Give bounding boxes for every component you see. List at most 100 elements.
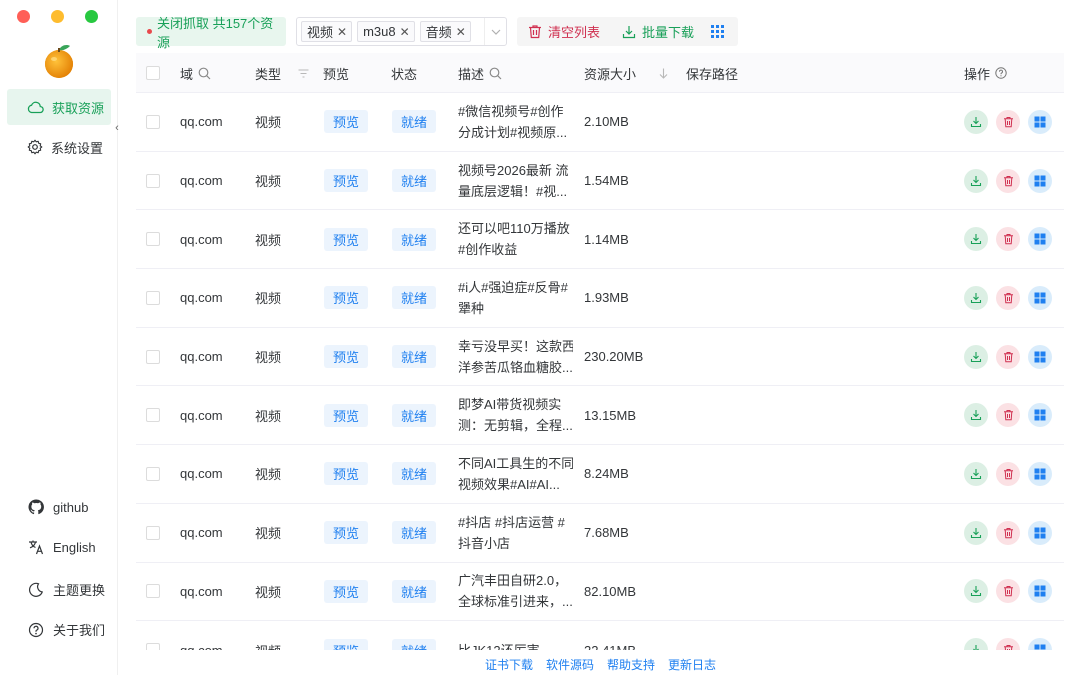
delete-button[interactable] [996, 579, 1020, 604]
open-folder-button[interactable] [1028, 579, 1052, 604]
row-checkbox[interactable] [146, 210, 160, 268]
row-domain: qq.com [180, 583, 223, 599]
search-icon[interactable] [489, 67, 502, 80]
batch-download-button[interactable]: 批量下载 [611, 17, 705, 46]
table-row[interactable]: qq.com 视频 预览 就绪 #微信视频号#创作 分成计划#视频原... 2.… [136, 93, 1064, 152]
delete-button[interactable] [996, 168, 1020, 193]
close-icon[interactable]: ✕ [337, 25, 347, 39]
nav-get-resources[interactable]: 获取资源 [7, 89, 111, 125]
download-button[interactable] [964, 109, 988, 134]
row-checkbox[interactable] [146, 93, 160, 151]
preview-button[interactable]: 预览 [324, 521, 369, 545]
delete-button[interactable] [996, 403, 1020, 428]
download-button[interactable] [964, 579, 988, 604]
sidebar-collapse-toggle[interactable]: ‹ [112, 120, 122, 136]
row-checkbox[interactable] [146, 445, 160, 503]
footer-link-source[interactable]: 软件源码 [546, 656, 594, 673]
row-type: 视频 [255, 174, 282, 190]
preview-button[interactable]: 预览 [324, 462, 369, 486]
preview-button[interactable]: 预览 [324, 345, 369, 369]
preview-button[interactable]: 预览 [324, 110, 369, 134]
row-checkbox[interactable] [146, 152, 160, 210]
close-window-button[interactable] [17, 10, 30, 23]
open-folder-button[interactable] [1028, 403, 1052, 428]
open-folder-button[interactable] [1028, 461, 1052, 486]
table-row[interactable]: qq.com 视频 预览 就绪 幸亏没早买！这款西 洋参苦瓜铬血糖胶... 23… [136, 327, 1064, 387]
github-label: github [53, 499, 89, 515]
status-badge: 就绪 [392, 169, 437, 193]
type-filter-select[interactable]: 视频 ✕ m3u8 ✕ 音频 ✕ [296, 17, 507, 46]
row-checkbox[interactable] [146, 386, 160, 444]
row-checkbox[interactable] [146, 328, 160, 386]
footer-link-changelog[interactable]: 更新日志 [668, 656, 716, 673]
open-folder-button[interactable] [1028, 344, 1052, 369]
row-checkbox[interactable] [146, 269, 160, 327]
delete-button[interactable] [996, 638, 1020, 650]
delete-button[interactable] [996, 285, 1020, 310]
row-checkbox[interactable] [146, 621, 160, 650]
select-all-checkbox[interactable] [146, 53, 160, 93]
preview-button[interactable]: 预览 [324, 579, 369, 603]
table-row[interactable]: qq.com 视频 预览 就绪 即梦AI带货视频实 测：无剪辑，全程... 13… [136, 386, 1064, 446]
close-icon[interactable]: ✕ [456, 25, 466, 39]
download-button[interactable] [964, 168, 988, 193]
download-button[interactable] [964, 638, 988, 650]
footer-link-help[interactable]: 帮助支持 [607, 656, 655, 673]
status-badge: 就绪 [392, 403, 437, 427]
table-row[interactable]: qq.com 视频 预览 就绪 还可以吧110万播放 #创作收益 1.14MB [136, 210, 1064, 270]
table-row[interactable]: qq.com 视频 预览 就绪 #抖店 #抖店运营 # 抖音小店 7.68MB [136, 503, 1064, 563]
table-row[interactable]: qq.com 视频 预览 就绪 视频号2026最新 流 量底层逻辑！#视... … [136, 151, 1064, 211]
download-button[interactable] [964, 520, 988, 545]
language-switch[interactable]: English [28, 539, 96, 555]
table-row[interactable]: qq.com 视频 预览 就绪 #i人#强迫症#反骨# 犟种 1.93MB [136, 269, 1064, 328]
delete-button[interactable] [996, 344, 1020, 369]
open-folder-button[interactable] [1028, 520, 1052, 545]
download-button[interactable] [964, 285, 988, 310]
open-folder-button[interactable] [1028, 168, 1052, 193]
open-folder-button[interactable] [1028, 638, 1052, 650]
sort-arrow-icon[interactable] [659, 68, 668, 79]
clear-list-button[interactable]: 清空列表 [517, 17, 611, 46]
delete-button[interactable] [996, 520, 1020, 545]
open-folder-button[interactable] [1028, 227, 1052, 252]
download-button[interactable] [964, 344, 988, 369]
open-folder-button[interactable] [1028, 109, 1052, 134]
help-circle-icon[interactable] [995, 67, 1007, 79]
theme-switch[interactable]: 主题更换 [28, 580, 105, 599]
chevron-down-icon[interactable] [484, 18, 506, 45]
download-button[interactable] [964, 461, 988, 486]
toggle-capture-button[interactable]: 关闭抓取 共157个资源 [136, 16, 286, 50]
preview-button[interactable]: 预览 [324, 403, 369, 427]
preview-button[interactable]: 预览 [324, 169, 369, 193]
table-row[interactable]: qq.com 视频 预览 就绪 不同AI工具生的不同 视频效果#AI#AI...… [136, 445, 1064, 504]
about-link[interactable]: 关于我们 [28, 620, 105, 639]
row-checkbox[interactable] [146, 504, 160, 562]
preview-button[interactable]: 预览 [324, 286, 369, 310]
table-row[interactable]: qq.com 视频 预览 就绪 广汽丰田自研2.0， 全球标准引进来，... 8… [136, 562, 1064, 622]
download-button[interactable] [964, 227, 988, 252]
delete-button[interactable] [996, 227, 1020, 252]
more-options-button[interactable] [705, 17, 736, 46]
table-row[interactable]: qq.com 视频 预览 就绪 比JK12还厉害 22.41MB [136, 621, 1064, 650]
delete-button[interactable] [996, 109, 1020, 134]
header-domain: 域 [180, 53, 211, 93]
minimize-window-button[interactable] [51, 10, 64, 23]
row-description: #微信视频号#创作 分成计划#视频原... [458, 101, 573, 143]
github-link[interactable]: github [28, 499, 88, 515]
close-icon[interactable]: ✕ [400, 25, 410, 39]
row-checkbox[interactable] [146, 563, 160, 621]
table-body: qq.com 视频 预览 就绪 #微信视频号#创作 分成计划#视频原... 2.… [136, 93, 1064, 650]
preview-button[interactable]: 预览 [324, 227, 369, 251]
download-icon [970, 234, 982, 245]
footer-link-certificate[interactable]: 证书下载 [485, 656, 533, 673]
preview-button[interactable]: 预览 [324, 638, 369, 650]
download-button[interactable] [964, 403, 988, 428]
nav-settings[interactable]: 系统设置 [7, 129, 111, 165]
row-type: 视频 [255, 526, 282, 542]
maximize-window-button[interactable] [85, 10, 98, 23]
open-folder-button[interactable] [1028, 285, 1052, 310]
filter-icon[interactable] [298, 68, 309, 78]
footer-links: 证书下载 软件源码 帮助支持 更新日志 [485, 656, 716, 673]
delete-button[interactable] [996, 461, 1020, 486]
search-icon[interactable] [198, 67, 211, 80]
